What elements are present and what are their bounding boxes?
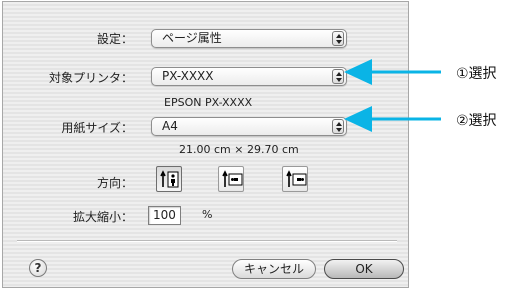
popup-arrows-icon (332, 69, 344, 84)
paper-size-popup[interactable]: A4 (151, 117, 347, 136)
printer-popup[interactable]: PX-XXXX (151, 67, 347, 86)
callout-select-2: ②選択 (456, 113, 497, 129)
settings-label: 設定： (96, 32, 133, 46)
page-setup-dialog: 設定： ページ属性 対象プリンタ： PX-XXXX EPSON PX-XXXX … (2, 1, 409, 288)
printer-value: PX-XXXX (162, 69, 214, 83)
popup-arrows-icon (332, 119, 344, 134)
orientation-portrait-button[interactable] (156, 166, 182, 192)
orientation-reverse-landscape-button[interactable] (282, 166, 308, 192)
portrait-icon (160, 170, 179, 188)
settings-value: ページ属性 (162, 31, 222, 45)
help-button[interactable]: ? (29, 259, 47, 277)
settings-popup[interactable]: ページ属性 (151, 29, 347, 48)
paper-dimensions-text: 21.00 cm × 29.70 cm (179, 143, 299, 156)
printer-label: 対象プリンタ： (48, 71, 133, 85)
callout-select-1: ①選択 (456, 66, 497, 82)
popup-arrows-icon (332, 31, 344, 46)
scale-unit: % (202, 208, 213, 221)
ok-button[interactable]: OK (324, 259, 404, 279)
paper-size-value: A4 (162, 119, 178, 133)
printer-model-text: EPSON PX-XXXX (164, 96, 253, 109)
orientation-landscape-button[interactable] (218, 166, 244, 192)
scale-label: 拡大縮小： (72, 210, 133, 224)
reverse-landscape-icon (286, 170, 307, 187)
divider (17, 240, 397, 242)
landscape-icon (222, 170, 243, 187)
orientation-label: 方向： (96, 176, 133, 190)
paper-size-label: 用紙サイズ： (61, 121, 133, 135)
scale-input[interactable]: 100 (148, 206, 181, 225)
cancel-button[interactable]: キャンセル (232, 259, 316, 279)
